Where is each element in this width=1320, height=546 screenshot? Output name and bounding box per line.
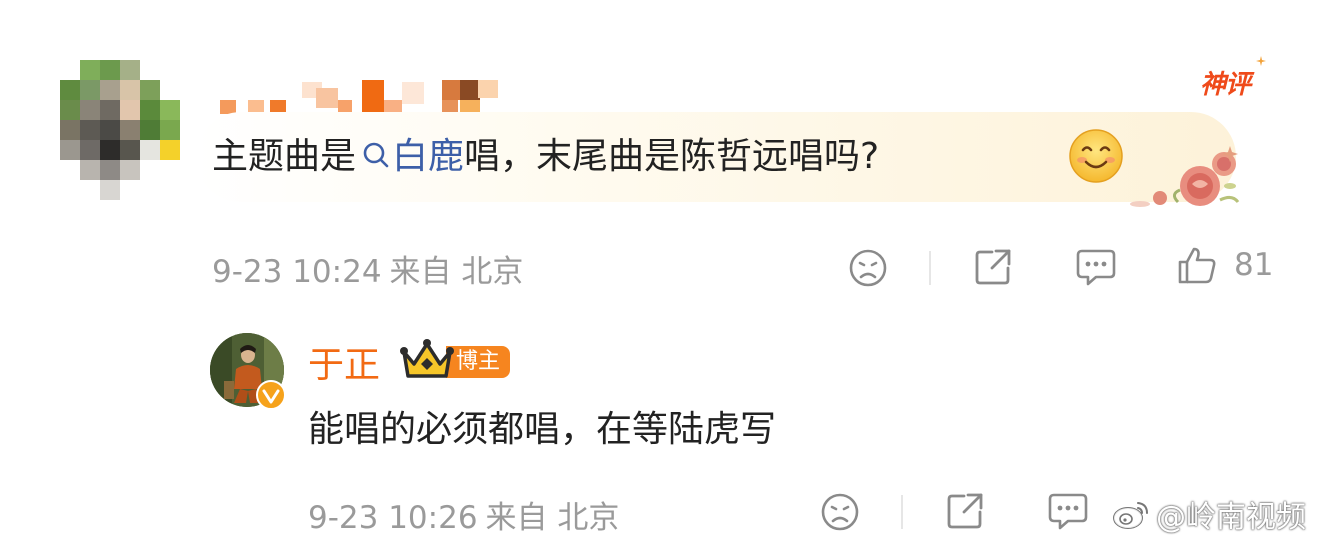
topic-link[interactable]: 白鹿 bbox=[392, 136, 464, 177]
reply-meta: 9-23 10:26 来自 北京 bbox=[308, 492, 619, 537]
reply-dislike-button[interactable] bbox=[820, 492, 860, 532]
share-icon bbox=[975, 249, 1011, 285]
dislike-face-icon bbox=[849, 249, 887, 287]
reply-text: 能唱的必须都唱，在等陆虎写 bbox=[308, 409, 777, 450]
share-button[interactable] bbox=[972, 246, 1014, 288]
comment-meta: 9-23 10:24 来自 北京 bbox=[212, 246, 523, 291]
share-icon bbox=[947, 493, 983, 529]
crown-icon bbox=[400, 339, 454, 378]
comment-location: 来自 北京 bbox=[389, 254, 524, 290]
commenter-name-mosaic[interactable] bbox=[216, 78, 506, 114]
thumbs-up-icon bbox=[1178, 247, 1216, 284]
sparkle-icon bbox=[1256, 56, 1266, 66]
comment-thread: 神评 主题曲是 白鹿唱，末尾曲是陈哲远唱吗? 9-23 10:24 来自 北京 … bbox=[0, 0, 1320, 546]
divider bbox=[901, 495, 903, 529]
smile-emoji-icon bbox=[1069, 129, 1123, 183]
verified-badge-icon bbox=[256, 380, 286, 410]
search-icon bbox=[363, 142, 389, 168]
divider bbox=[929, 251, 931, 285]
like-button[interactable]: 81 bbox=[1176, 244, 1273, 286]
watermark: @岭南视频 bbox=[1112, 494, 1306, 535]
comment-icon bbox=[1048, 493, 1088, 530]
comment-icon bbox=[1076, 249, 1116, 286]
weibo-logo-icon bbox=[1113, 502, 1148, 529]
comment-date: 9-23 10:24 bbox=[212, 254, 382, 290]
rose-decoration-icon bbox=[1130, 146, 1240, 207]
featured-comment-badge: 神评 bbox=[1196, 56, 1276, 102]
like-count: 81 bbox=[1234, 247, 1274, 283]
watermark-text: @岭南视频 bbox=[1156, 500, 1306, 535]
reply-comment-button[interactable] bbox=[1046, 490, 1090, 532]
author-name[interactable]: 于正 bbox=[308, 336, 380, 388]
comment-button[interactable] bbox=[1074, 246, 1118, 288]
dislike-face-icon bbox=[821, 493, 859, 531]
reply-date: 9-23 10:26 bbox=[308, 500, 478, 536]
commenter-avatar[interactable] bbox=[60, 60, 180, 200]
dislike-button[interactable] bbox=[848, 248, 888, 288]
reply-location: 来自 北京 bbox=[485, 500, 620, 536]
comment-text: 主题曲是 白鹿唱，末尾曲是陈哲远唱吗? bbox=[212, 136, 880, 177]
reply-share-button[interactable] bbox=[944, 490, 986, 532]
